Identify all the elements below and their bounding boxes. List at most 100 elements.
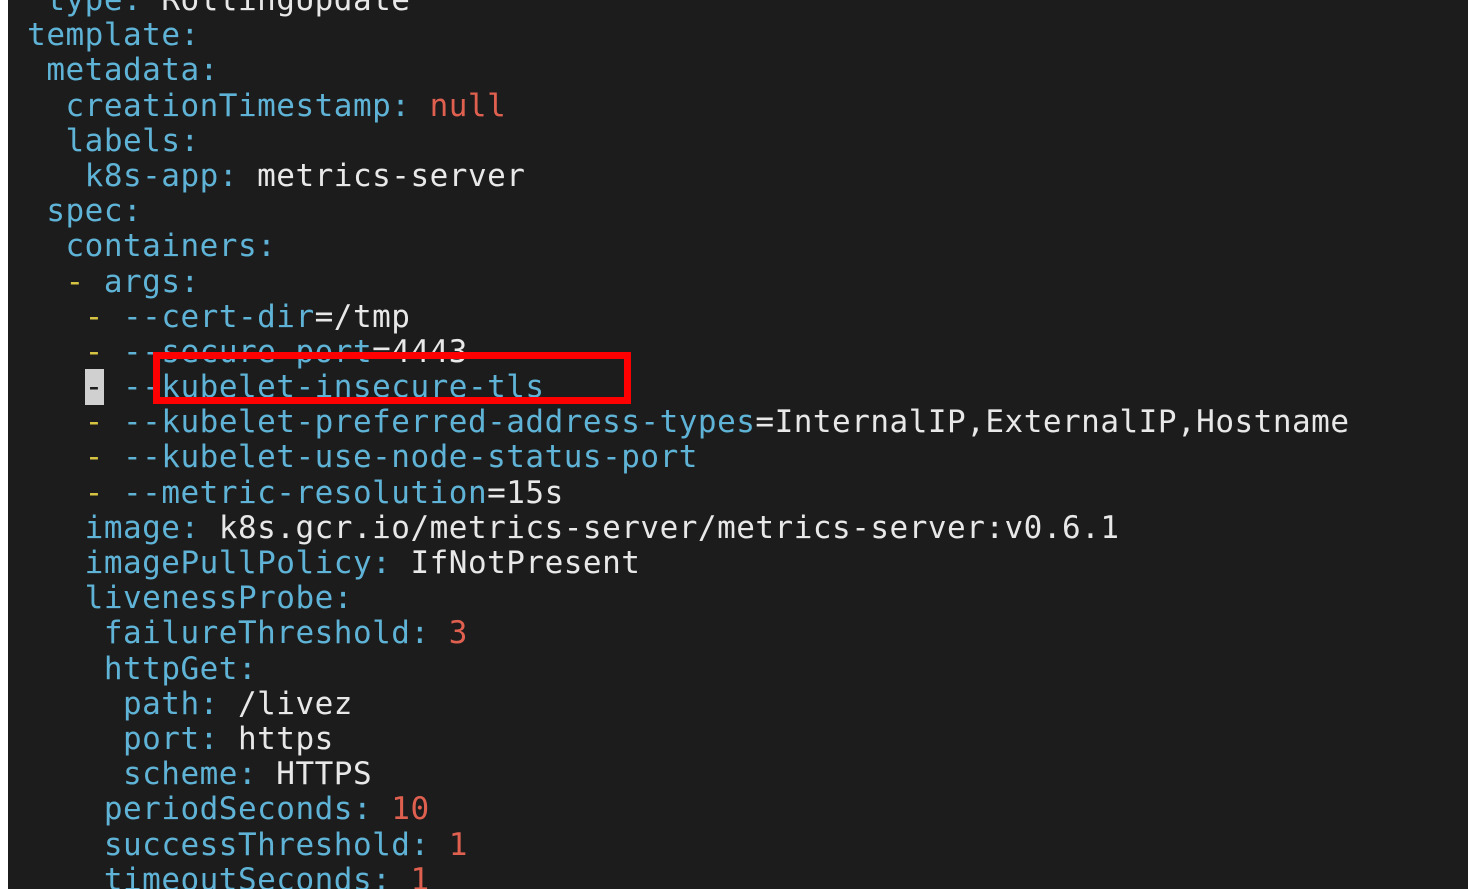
yaml-editor[interactable]: type: RollingUpdate template: metadata: … — [8, 0, 1349, 889]
yaml-separator: : — [410, 826, 449, 863]
yaml-value: IfNotPresent — [410, 545, 641, 581]
yaml-separator: : — [352, 791, 392, 828]
yaml-line: containers: — [8, 229, 1349, 264]
yaml-separator: : — [372, 545, 411, 581]
yaml-separator: : — [122, 193, 143, 230]
yaml-line: scheme: HTTPS — [8, 757, 1349, 792]
yaml-separator: : — [257, 228, 277, 265]
yaml-value: metrics-server — [257, 157, 526, 194]
yaml-value: 10 — [391, 791, 430, 828]
yaml-key: timeoutSeconds — [103, 861, 373, 889]
yaml-separator: : — [237, 756, 277, 793]
yaml-separator: : — [199, 52, 219, 89]
yaml-key: scheme — [122, 756, 238, 793]
yaml-separator: : — [180, 122, 200, 159]
yaml-line: imagePullPolicy: IfNotPresent — [8, 545, 1349, 581]
yaml-line: httpGet: — [8, 651, 1349, 687]
yaml-line: - --secure-port=4443 — [8, 333, 1349, 370]
yaml-line: failureThreshold: 3 — [8, 616, 1349, 651]
yaml-separator: : — [122, 0, 162, 18]
terminal-window[interactable]: type: RollingUpdate template: metadata: … — [8, 0, 1468, 889]
yaml-line: - --kubelet-use-node-status-port — [8, 440, 1349, 475]
yaml-value: RollingUpdate — [161, 0, 411, 18]
yaml-value: https — [237, 720, 334, 757]
yaml-separator: : — [218, 157, 258, 194]
yaml-value: HTTPS — [276, 756, 373, 793]
yaml-key: k8s-app — [84, 157, 219, 194]
yaml-value: 3 — [448, 615, 468, 652]
yaml-line: - --metric-resolution=15s — [8, 474, 1349, 511]
yaml-separator: : — [199, 720, 238, 757]
list-dash: - — [84, 474, 104, 511]
list-dash: - — [65, 263, 85, 300]
yaml-key: labels — [65, 122, 181, 159]
yaml-separator: : — [410, 615, 449, 652]
yaml-separator: : — [333, 580, 353, 617]
yaml-key: periodSeconds — [103, 791, 353, 828]
yaml-key: type — [46, 0, 123, 18]
yaml-value: null — [429, 87, 507, 124]
yaml-line: spec: — [8, 194, 1349, 229]
yaml-value: 1 — [448, 826, 468, 863]
yaml-key: --secure-port — [123, 333, 373, 370]
yaml-key: path — [122, 685, 200, 722]
yaml-key: failureThreshold — [103, 615, 411, 652]
yaml-key: successThreshold — [103, 826, 411, 863]
yaml-line: livenessProbe: — [8, 581, 1349, 616]
yaml-value: /livez — [237, 685, 353, 722]
yaml-separator: : — [199, 685, 238, 722]
yaml-value: =InternalIP,ExternalIP,Hostname — [755, 404, 1350, 441]
yaml-line: periodSeconds: 10 — [8, 792, 1349, 827]
yaml-line: port: https — [8, 720, 1349, 757]
yaml-key: port — [122, 720, 200, 757]
yaml-key: --kubelet-use-node-status-port — [123, 439, 698, 476]
yaml-key: metadata — [46, 52, 200, 89]
yaml-line: successThreshold: 1 — [8, 826, 1349, 863]
yaml-line: template: — [8, 18, 1349, 53]
yaml-line: labels: — [8, 122, 1349, 159]
yaml-separator: : — [180, 263, 200, 300]
list-dash: - — [84, 404, 104, 441]
yaml-line: path: /livez — [8, 685, 1349, 722]
yaml-value: =15s — [487, 474, 564, 511]
list-dash: - — [84, 298, 104, 335]
yaml-separator: : — [372, 861, 411, 889]
yaml-key: template — [27, 17, 181, 54]
text-cursor: - — [84, 369, 104, 406]
yaml-key: spec — [46, 193, 123, 230]
yaml-line: timeoutSeconds: 1 — [8, 861, 1349, 889]
yaml-line: creationTimestamp: null — [8, 87, 1349, 124]
yaml-key: args — [103, 263, 181, 300]
yaml-line: k8s-app: metrics-server — [8, 157, 1349, 194]
yaml-separator: : — [180, 509, 219, 546]
yaml-value: =4443 — [372, 333, 468, 370]
yaml-key: --metric-resolution — [123, 474, 488, 511]
list-dash: - — [84, 333, 104, 370]
yaml-separator: : — [391, 87, 430, 124]
yaml-value: k8s.gcr.io/metrics-server/metrics-server… — [218, 509, 1120, 546]
yaml-key: --cert-dir — [123, 298, 315, 335]
yaml-line: - args: — [8, 263, 1349, 300]
yaml-separator: : — [180, 17, 200, 54]
list-dash: - — [84, 439, 104, 476]
